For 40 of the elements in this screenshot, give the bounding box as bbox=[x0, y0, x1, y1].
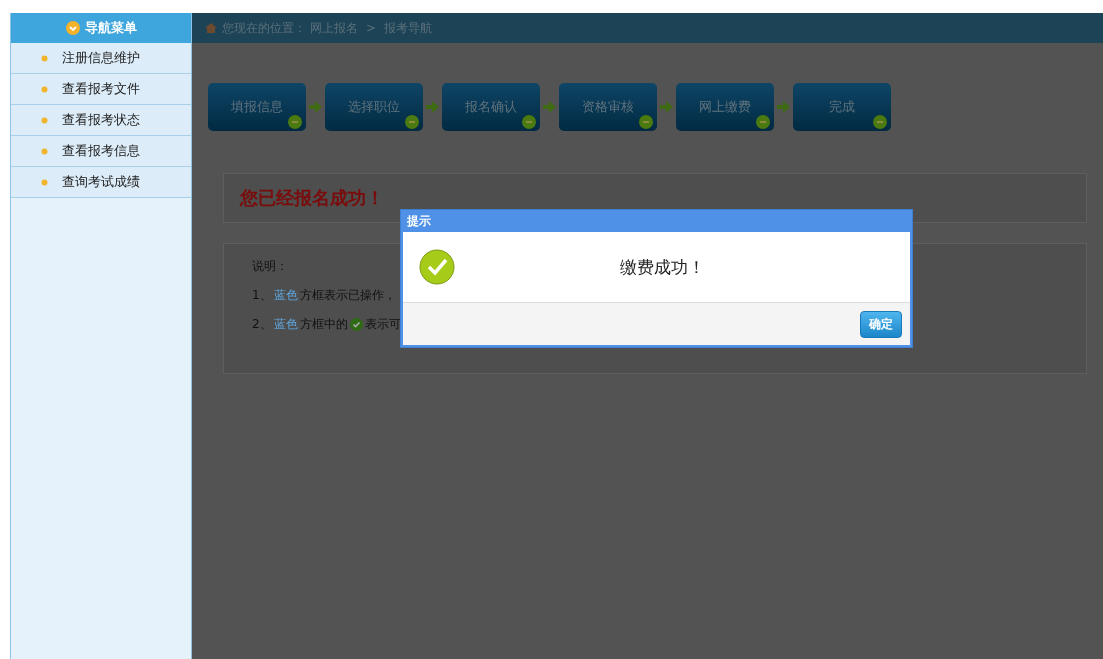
chevron-down-icon bbox=[65, 21, 80, 35]
step-box: 资格审核 bbox=[559, 83, 657, 131]
sidebar-item[interactable]: 查看报考信息 bbox=[11, 136, 191, 167]
step-box: 网上缴费 bbox=[676, 83, 774, 131]
bullet-icon bbox=[41, 178, 48, 186]
sidebar-item[interactable]: 查看报考状态 bbox=[11, 105, 191, 136]
step-box: 选择职位 bbox=[325, 83, 423, 131]
step-box: 报名确认 bbox=[442, 83, 540, 131]
note-text: 2、 bbox=[252, 316, 272, 333]
minus-icon bbox=[756, 115, 770, 129]
bullet-icon bbox=[41, 85, 48, 93]
arrow-right-icon bbox=[426, 101, 439, 113]
highlight-text: 蓝色 bbox=[273, 287, 298, 304]
arrow-right-icon bbox=[660, 101, 673, 113]
breadcrumb-separator: > bbox=[366, 21, 377, 35]
minus-icon bbox=[873, 115, 887, 129]
sidebar-item[interactable]: 查看报考文件 bbox=[11, 74, 191, 105]
minus-icon bbox=[522, 115, 536, 129]
home-icon bbox=[204, 22, 218, 34]
sidebar-item[interactable]: 注册信息维护 bbox=[11, 43, 191, 74]
success-message: 您已经报名成功！ bbox=[240, 186, 384, 210]
minus-icon bbox=[288, 115, 302, 129]
arrow-right-icon bbox=[777, 101, 790, 113]
sidebar-item[interactable]: 查询考试成绩 bbox=[11, 167, 191, 198]
step-box: 完成 bbox=[793, 83, 891, 131]
minus-icon bbox=[405, 115, 419, 129]
dialog-message: 缴费成功！ bbox=[619, 255, 706, 279]
arrow-right-icon bbox=[543, 101, 556, 113]
step-box: 填报信息 bbox=[208, 83, 306, 131]
dialog-title: 提示 bbox=[406, 212, 432, 230]
note-text: 1、 bbox=[252, 287, 272, 304]
bullet-icon bbox=[41, 54, 48, 62]
arrow-right-icon bbox=[309, 101, 322, 113]
bullet-icon bbox=[41, 116, 48, 124]
nav-menu-title: 导航菜单 bbox=[11, 13, 191, 43]
check-circle-icon bbox=[419, 249, 455, 285]
bullet-icon bbox=[41, 147, 48, 155]
minus-icon bbox=[639, 115, 653, 129]
highlight-text: 蓝色 bbox=[273, 316, 298, 333]
check-circle-icon bbox=[349, 318, 363, 331]
